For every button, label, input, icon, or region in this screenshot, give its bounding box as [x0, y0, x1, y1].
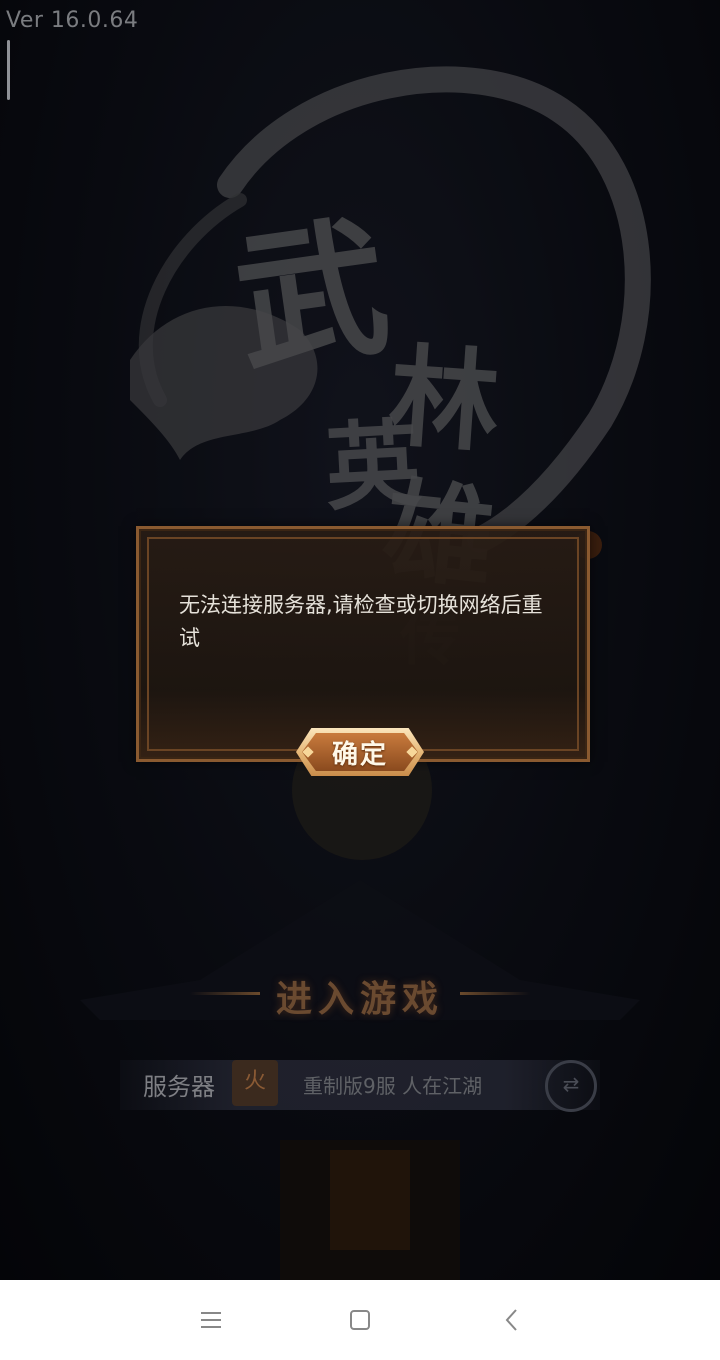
- server-label: 服务器: [143, 1073, 215, 1101]
- version-label: Ver 16.0.64: [6, 8, 139, 33]
- back-chevron-icon[interactable]: [490, 1298, 534, 1342]
- text-cursor: [7, 40, 10, 100]
- home-square-icon[interactable]: [338, 1298, 382, 1342]
- divider: [460, 992, 530, 995]
- server-name[interactable]: 重制版9服 人在江湖: [303, 1070, 482, 1099]
- error-dialog: 无法连接服务器,请检查或切换网络后重试: [136, 526, 590, 762]
- enter-game-label: 进入游戏: [275, 978, 444, 1020]
- game-screen: 武 林 英 雄 传 Ver 16.0.64 进入游戏 服务器 火 重制版9服 人…: [0, 0, 720, 1280]
- confirm-label: 确定: [331, 740, 388, 770]
- server-status-badge: 火: [232, 1060, 278, 1106]
- system-navigation-bar: [0, 1280, 720, 1360]
- menu-icon[interactable]: [189, 1298, 233, 1342]
- dialog-message: 无法连接服务器,请检查或切换网络后重试: [179, 593, 543, 650]
- switch-server-icon[interactable]: ⇄: [545, 1060, 597, 1112]
- confirm-button[interactable]: 确定: [296, 728, 424, 776]
- enter-game-button[interactable]: 进入游戏: [190, 962, 530, 1022]
